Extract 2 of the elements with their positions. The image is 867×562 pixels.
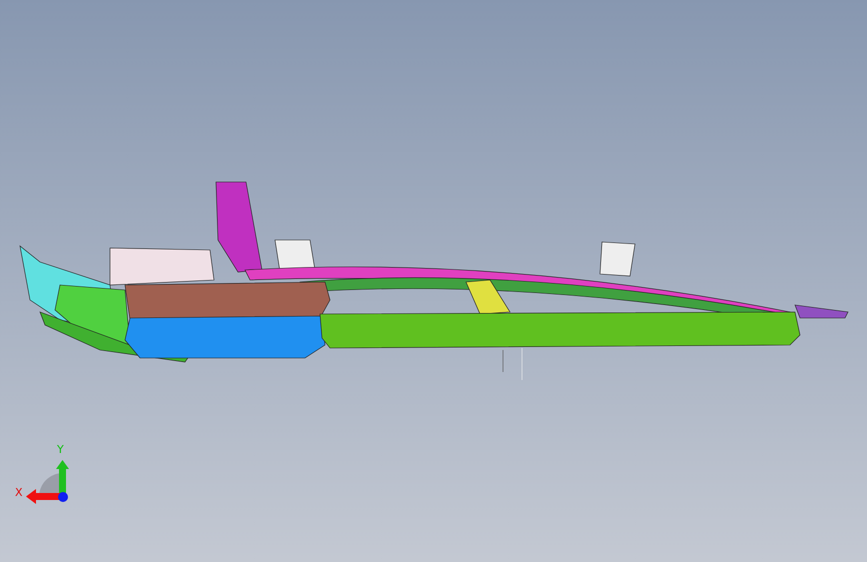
y-axis-label: Y	[57, 444, 64, 455]
x-axis-label: X	[15, 487, 23, 498]
